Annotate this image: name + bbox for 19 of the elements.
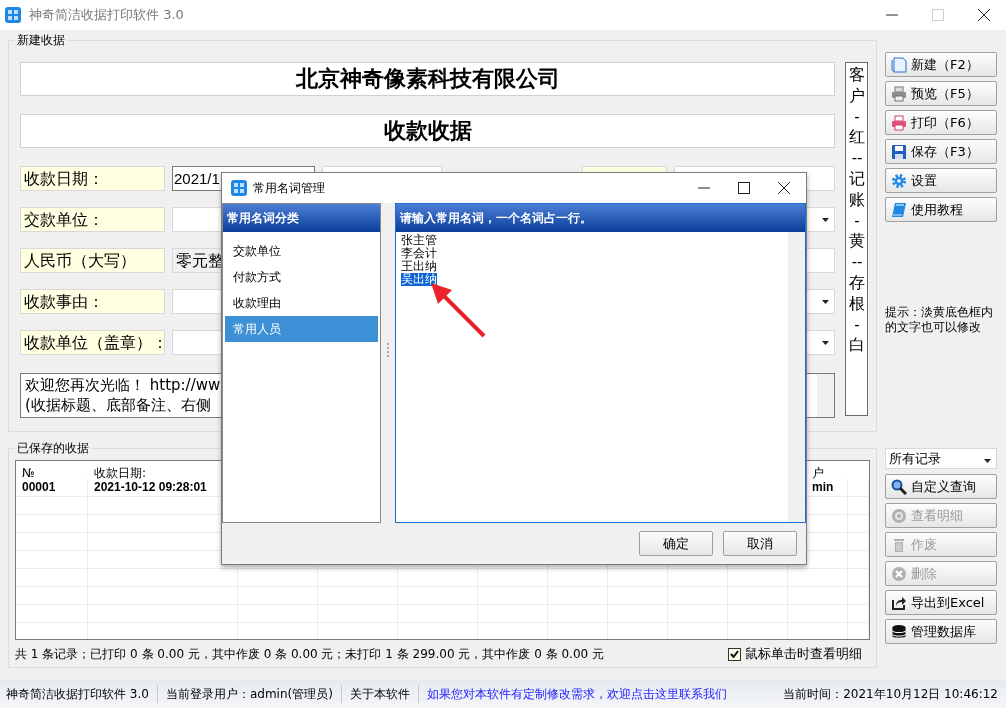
panel-header: 请输入常用名词，一个名词占一行。 (396, 204, 805, 232)
summary-text: 共 1 条记录；已打印 0 条 0.00 元，其中作废 0 条 0.00 元；未打印 1 条 299.00 元，其中作废 0 条 0.00 元 (15, 645, 604, 663)
status-text: 当前登录用户：admin(管理员) (157, 685, 342, 703)
group-title: 新建收据 (15, 33, 67, 47)
status-text: 神奇简洁收据打印软件 3.0 (6, 685, 158, 703)
table-cell: 00001 (16, 479, 88, 497)
dialog-title: 常用名词管理 (253, 179, 325, 197)
entry-line: 张主管 (401, 234, 437, 247)
group-title: 已保存的收据 (15, 441, 91, 455)
column-header: 收款日期: (93, 465, 148, 482)
panel-header: 常用名词分类 (223, 204, 380, 232)
entry-line: 王出纳 (401, 260, 437, 273)
window-title: 神奇简洁收据打印软件 3.0 (29, 6, 184, 24)
hint-text: 提示：淡黄底色框内的文字也可以修改 (885, 305, 994, 335)
status-time: 当前时间：2021年10月12日 10:46:12 (783, 685, 999, 703)
column-header: 户 (811, 465, 825, 482)
column-header: № (21, 465, 36, 482)
entry-line: 李会计 (401, 247, 437, 260)
copy-colors-label: 客户-红--记账-黄--存根-白 (849, 65, 865, 356)
